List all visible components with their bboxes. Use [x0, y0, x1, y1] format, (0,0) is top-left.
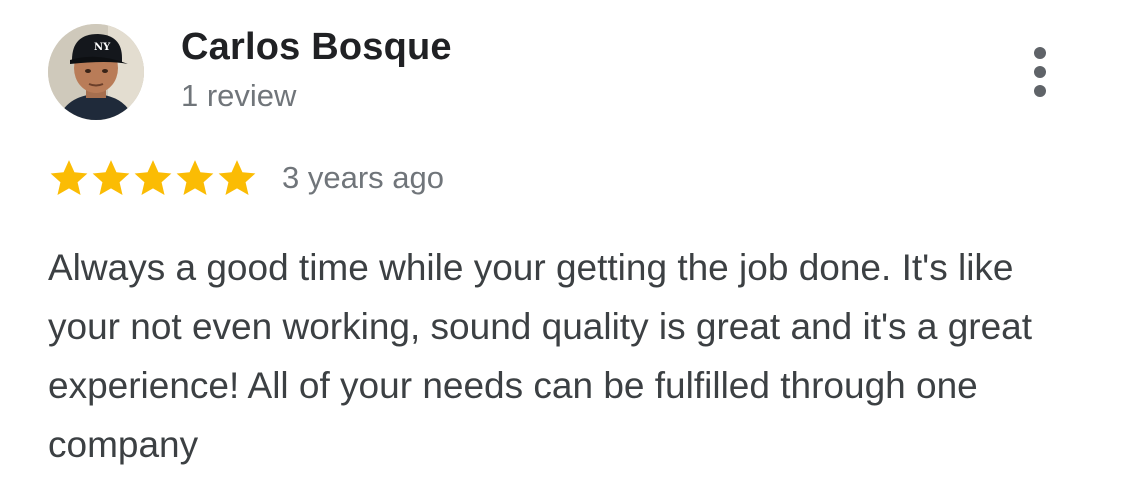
- avatar[interactable]: NY: [48, 24, 144, 120]
- review-time: 3 years ago: [282, 160, 444, 195]
- reviewer-name[interactable]: Carlos Bosque: [181, 26, 452, 69]
- more-vert-icon[interactable]: [1018, 40, 1062, 104]
- star-icon: [50, 160, 88, 195]
- review-text: Always a good time while your getting th…: [48, 247, 1033, 465]
- avatar-image: NY: [48, 24, 144, 120]
- more-dot: [1034, 47, 1046, 59]
- more-dot: [1034, 66, 1046, 78]
- star-icon: [134, 160, 172, 195]
- star-rating: [48, 157, 258, 199]
- star-icon: [218, 160, 256, 195]
- rating-row: 3 years ago: [48, 156, 444, 200]
- star-icon: [176, 160, 214, 195]
- review-count: 1 review: [181, 78, 297, 113]
- star-icon: [92, 160, 130, 195]
- svg-text:NY: NY: [94, 42, 111, 53]
- more-dot: [1034, 85, 1046, 97]
- review-card: NY Carlos Bosque 1 review 3 years ago Al…: [0, 0, 1125, 504]
